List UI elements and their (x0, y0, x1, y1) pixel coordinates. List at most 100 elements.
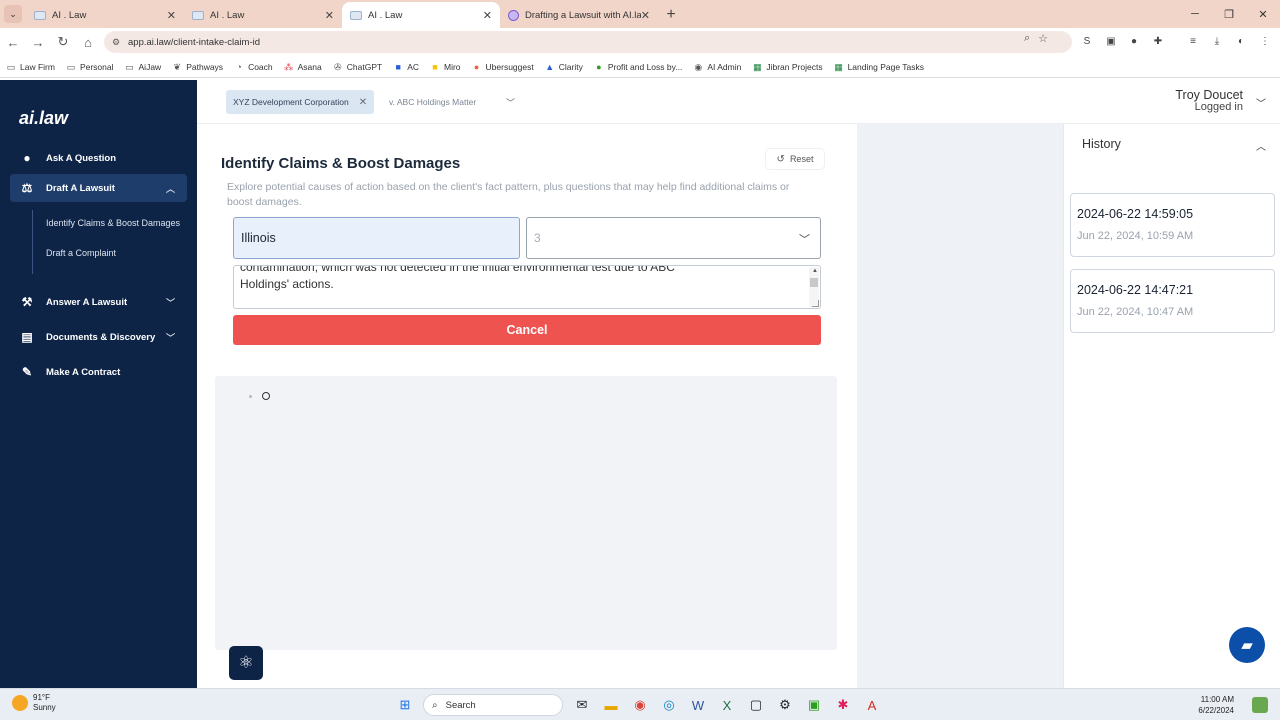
chevron-down-icon[interactable]: ﹀ (1256, 95, 1266, 110)
media-control-icon[interactable]: ≡ (1184, 32, 1202, 50)
app-logo[interactable]: ai.law (19, 108, 68, 129)
matter-name: v. ABC Holdings Matter (389, 97, 477, 107)
sidebar-item-label: Make A Contract (46, 366, 121, 378)
bookmark-item[interactable]: ⁂ Asana (284, 62, 322, 72)
forward-icon[interactable]: → (26, 30, 50, 54)
back-icon[interactable]: ← (1, 30, 25, 54)
user-name[interactable]: Troy Doucet (1175, 88, 1243, 102)
sidebar-item-documents-discovery[interactable]: ▤ Documents & Discovery ﹀ (10, 323, 187, 351)
resize-handle[interactable] (812, 300, 819, 307)
bookmark-item[interactable]: ▭ Personal (66, 62, 114, 72)
extensions-puzzle-icon[interactable]: ✚ (1149, 32, 1167, 50)
bookmark-item[interactable]: ▦ Jibran Projects (752, 62, 822, 72)
gavel-icon: ⚒ (21, 295, 33, 309)
bookmark-item[interactable]: ▭ Law Firm (6, 62, 55, 72)
tab-search-button[interactable]: ⌄ (0, 0, 26, 28)
word-icon[interactable]: W (687, 694, 709, 716)
cancel-button[interactable]: Cancel (233, 315, 821, 345)
kebab-menu-icon[interactable]: ⋮ (1256, 32, 1274, 50)
mail-icon[interactable]: ✉ (571, 694, 593, 716)
bookmark-item[interactable]: ■ Miro (430, 61, 460, 72)
loading-dot (249, 395, 252, 398)
bookmark-item[interactable]: ▲ Clarity (545, 62, 583, 72)
weather-widget[interactable]: 91°F Sunny (12, 693, 56, 713)
chrome-icon[interactable]: ◉ (629, 694, 651, 716)
file-explorer-icon[interactable]: ▬ (600, 694, 622, 716)
bookmark-item[interactable]: ◉ AI Admin (693, 62, 741, 72)
notification-icon[interactable] (1252, 697, 1268, 713)
star-icon[interactable]: ☆ (1038, 32, 1048, 45)
bookmark-item[interactable]: ◔ Coach (234, 61, 272, 72)
system-clock[interactable]: 11:00 AM 6/22/2024 (1198, 694, 1234, 716)
address-bar[interactable]: ⚙ app.ai.law/client-intake-claim-id (104, 31, 1072, 53)
close-icon[interactable]: ✕ (325, 9, 334, 22)
clarity-icon: ▲ (545, 61, 555, 72)
close-icon[interactable]: ✕ (483, 9, 492, 22)
browser-tab-active[interactable]: AI . Law ✕ (342, 2, 500, 28)
close-icon[interactable]: ✕ (167, 9, 176, 22)
close-icon[interactable]: ✕ (359, 97, 367, 108)
browser-tab[interactable]: AI . Law ✕ (26, 2, 184, 28)
coach-icon: ◔ (236, 61, 242, 72)
extension-red-icon[interactable]: ▣ (1102, 32, 1120, 50)
extension-s-icon[interactable]: S (1078, 32, 1096, 50)
site-info-icon[interactable]: ⚙ (112, 37, 122, 47)
ai-assistant-button[interactable]: ⚛ (229, 646, 263, 680)
browser-tab[interactable]: AI . Law ✕ (184, 2, 342, 28)
chat-app-icon[interactable]: ▢ (745, 694, 767, 716)
zoom-icon[interactable]: ⌕ (1024, 32, 1030, 45)
bookmark-item[interactable]: ✇ ChatGPT (333, 62, 382, 72)
bookmark-item[interactable]: ● Profit and Loss by... (594, 62, 682, 72)
camera-icon[interactable]: ▣ (803, 694, 825, 716)
state-input[interactable]: Illinois (233, 217, 520, 259)
windows-start-icon[interactable]: ⊞ (394, 694, 416, 716)
edge-icon[interactable]: ◎ (658, 694, 680, 716)
history-entry[interactable]: 2024-06-22 14:47:21 Jun 22, 2024, 10:47 … (1070, 269, 1275, 333)
sidebar-subitem-identify-claims[interactable]: Identify Claims & Boost Damages (46, 218, 180, 228)
search-icon: ● (23, 151, 31, 165)
scrollbar-thumb[interactable] (810, 278, 818, 287)
sidebar-item-make-contract[interactable]: ✎ Make A Contract (10, 358, 187, 386)
excel-icon[interactable]: X (716, 694, 738, 716)
count-select[interactable]: 3 ﹀ (526, 217, 821, 259)
new-tab-button[interactable]: + (658, 2, 684, 28)
fact-pattern-textarea[interactable]: contamination, which was not detected in… (233, 265, 821, 309)
settings-icon[interactable]: ⚙ (774, 694, 796, 716)
taskbar-search[interactable]: ⌕ Search (423, 694, 563, 716)
minimize-icon[interactable]: ─ (1178, 0, 1212, 28)
bookmark-item[interactable]: ▭ AiJaw (125, 62, 161, 72)
matter-select[interactable]: v. ABC Holdings Matter ﹀ (383, 90, 525, 114)
sidebar-item-answer-lawsuit[interactable]: ⚒ Answer A Lawsuit ﹀ (10, 288, 187, 316)
profile-avatar-icon[interactable]: ◐ (1232, 32, 1250, 50)
client-name: XYZ Development Corporation (233, 97, 349, 107)
history-entry-date: Jun 22, 2024, 10:47 AM (1077, 306, 1194, 318)
history-entry[interactable]: 2024-06-22 14:59:05 Jun 22, 2024, 10:59 … (1070, 193, 1275, 257)
scroll-up-icon[interactable]: ▲ (812, 268, 818, 274)
reset-button[interactable]: ↺ Reset (766, 149, 824, 169)
acrobat-icon[interactable]: A (861, 694, 883, 716)
home-icon[interactable]: ⌂ (76, 30, 100, 54)
download-icon[interactable]: ⤓ (1208, 32, 1226, 50)
sidebar-item-label: Ask A Question (46, 152, 117, 164)
slack-icon[interactable]: ✱ (832, 694, 854, 716)
restore-icon[interactable]: ❐ (1212, 0, 1246, 28)
chat-button[interactable]: ▰ (1229, 627, 1265, 663)
bookmark-item[interactable]: ▦ Landing Page Tasks (834, 62, 924, 72)
bookmark-item[interactable]: ● Ubersuggest (472, 62, 534, 72)
chevron-up-icon[interactable]: ︿ (1256, 138, 1266, 153)
client-chip[interactable]: XYZ Development Corporation ✕ (226, 90, 375, 114)
close-window-icon[interactable]: ✕ (1246, 0, 1280, 28)
extension-yellow-icon[interactable]: ● (1125, 32, 1143, 50)
browser-tab[interactable]: Drafting a Lawsuit with AI.law ✕ (500, 2, 658, 28)
bookmark-item[interactable]: ❦ Pathways (172, 62, 223, 72)
reload-icon[interactable]: ↻ (51, 30, 75, 54)
sidebar-subitem-draft-complaint[interactable]: Draft a Complaint (46, 248, 116, 258)
sidebar-item-draft-lawsuit[interactable]: ⚖ Draft A Lawsuit ︿ (10, 174, 187, 202)
bookmark-item[interactable]: ■ AC (393, 62, 419, 72)
close-icon[interactable]: ✕ (641, 9, 650, 22)
sidebar-item-ask-question[interactable]: ● Ask A Question (10, 144, 187, 172)
miro-icon: ■ (432, 61, 438, 72)
favicon-icon (508, 9, 519, 21)
chat-bubble-icon: ▰ (1241, 637, 1253, 654)
page-description: Explore potential causes of action based… (227, 181, 790, 208)
